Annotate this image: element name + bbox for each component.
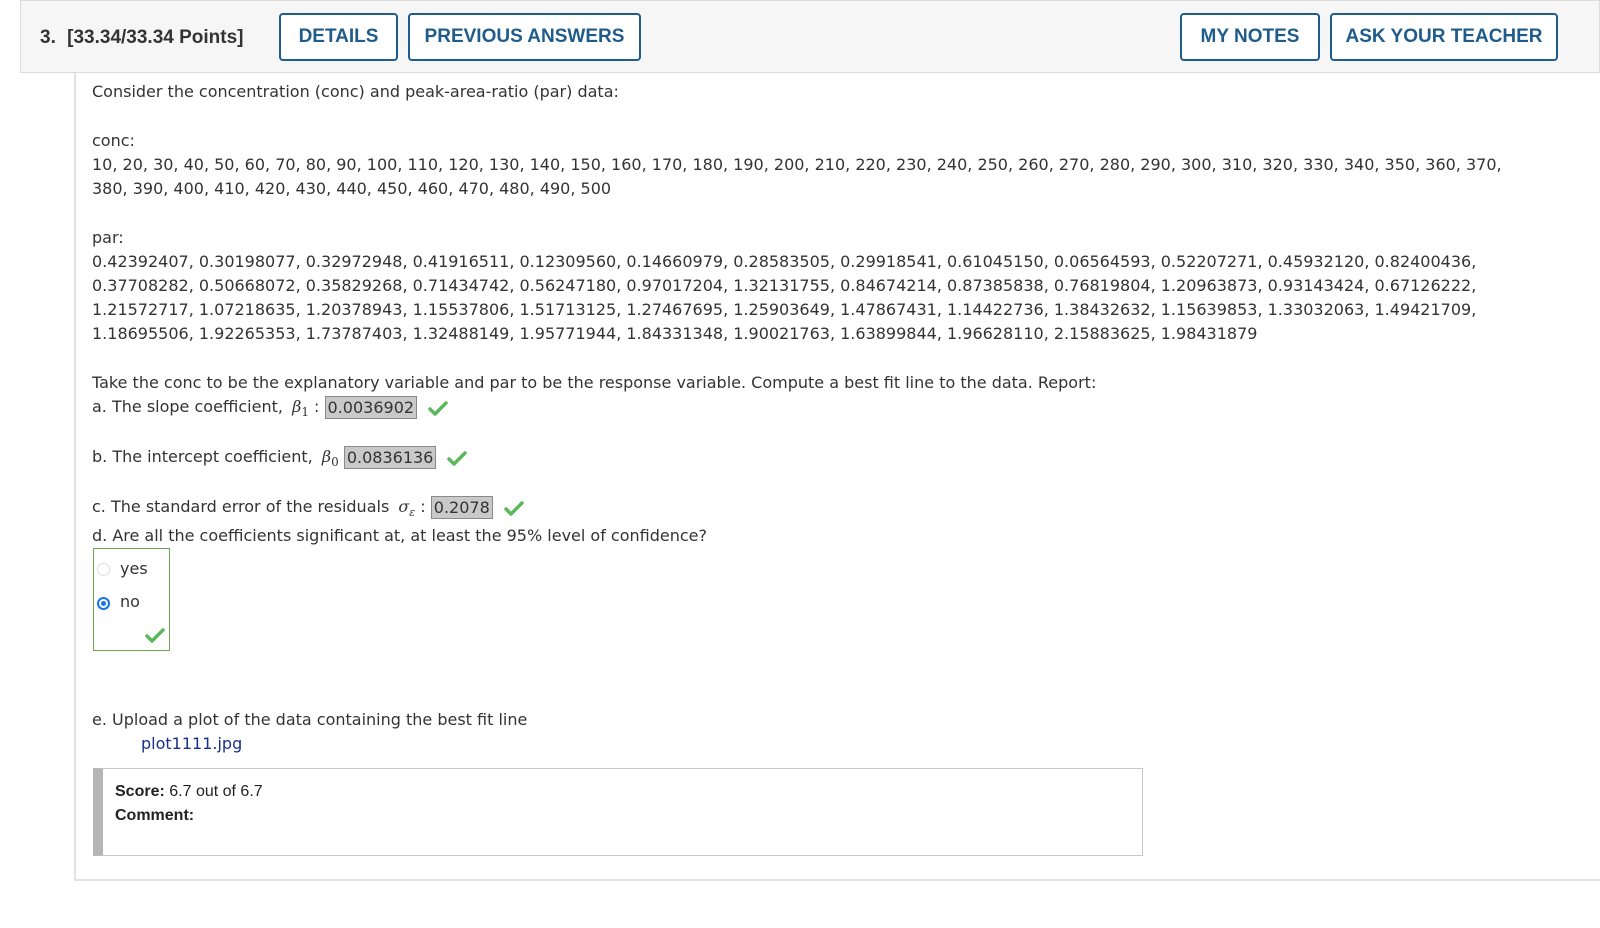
- par-values-line-2: 0.37708282, 0.50668072, 0.35829268, 0.71…: [92, 276, 1477, 295]
- question-number: 3.: [40, 27, 56, 48]
- correct-check-icon: [504, 500, 524, 516]
- question-points: [33.34/33.34 Points]: [67, 27, 244, 48]
- par-values-line-4: 1.18695506, 1.92265353, 1.73787403, 1.32…: [92, 324, 1258, 343]
- part-a-colon: :: [314, 397, 320, 416]
- significance-answer-group: yes no: [93, 548, 170, 651]
- score-line: Score: 6.7 out of 6.7: [115, 783, 263, 801]
- conc-label: conc:: [92, 131, 135, 150]
- part-c-prompt: c. The standard error of the residuals: [92, 497, 390, 516]
- intercept-answer-field[interactable]: 0.0836136: [343, 446, 437, 469]
- slope-answer-field[interactable]: 0.0036902: [324, 396, 418, 419]
- correct-check-icon: [145, 628, 165, 643]
- previous-answers-button[interactable]: PREVIOUS ANSWERS: [408, 13, 641, 61]
- uploaded-file-link[interactable]: plot1111.jpg: [141, 732, 242, 756]
- par-values-line-3: 1.21572717, 1.07218635, 1.20378943, 1.15…: [92, 300, 1477, 319]
- ask-your-teacher-button[interactable]: ASK YOUR TEACHER: [1330, 13, 1558, 61]
- conc-values-line-2: 380, 390, 400, 410, 420, 430, 440, 450, …: [92, 179, 612, 198]
- residual-se-answer-field[interactable]: 0.2078: [430, 496, 493, 519]
- radio-no[interactable]: [97, 597, 110, 610]
- score-label: Score:: [115, 783, 165, 800]
- part-e-prompt: e. Upload a plot of the data containing …: [92, 710, 528, 729]
- correct-check-icon: [428, 400, 448, 416]
- score-value: 6.7 out of 6.7: [169, 783, 263, 800]
- comment-line: Comment:: [115, 807, 194, 825]
- question-intro: Consider the concentration (conc) and pe…: [92, 82, 619, 101]
- part-a-prompt: a. The slope coefficient,: [92, 397, 283, 416]
- radio-yes[interactable]: [97, 563, 110, 576]
- conc-values-line-1: 10, 20, 30, 40, 50, 60, 70, 80, 90, 100,…: [92, 155, 1502, 174]
- part-d-prompt: d. Are all the coefficients significant …: [92, 526, 707, 545]
- instructions: Take the conc to be the explanatory vari…: [92, 373, 1097, 392]
- part-b-prompt: b. The intercept coefficient,: [92, 447, 313, 466]
- par-label: par:: [92, 228, 124, 247]
- question-title: 3. [33.34/33.34 Points]: [40, 27, 244, 49]
- radio-yes-label[interactable]: yes: [120, 559, 148, 578]
- details-button[interactable]: DETAILS: [279, 13, 398, 61]
- part-b: b. The intercept coefficient, β0 0.08361…: [92, 445, 468, 474]
- my-notes-button[interactable]: MY NOTES: [1180, 13, 1320, 61]
- beta0-symbol: β0: [321, 447, 339, 470]
- correct-check-icon: [447, 450, 468, 466]
- part-c-colon: :: [420, 497, 426, 516]
- comment-label: Comment:: [115, 807, 195, 824]
- sigma-epsilon-symbol: σε: [398, 497, 416, 520]
- score-panel: Score: 6.7 out of 6.7 Comment:: [93, 768, 1143, 856]
- radio-no-label[interactable]: no: [120, 592, 140, 611]
- beta1-symbol: β1: [292, 397, 309, 420]
- part-a: a. The slope coefficient, β1 : 0.0036902: [92, 395, 448, 424]
- par-values-line-1: 0.42392407, 0.30198077, 0.32972948, 0.41…: [92, 252, 1477, 271]
- part-c: c. The standard error of the residuals σ…: [92, 495, 524, 525]
